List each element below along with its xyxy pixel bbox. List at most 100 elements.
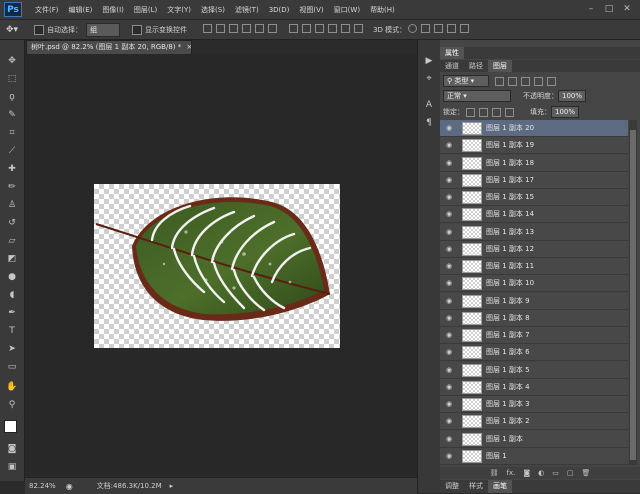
tab-channels[interactable]: 通道	[440, 60, 464, 72]
menu-select[interactable]: 选择(S)	[196, 5, 230, 15]
layer-row[interactable]: ◉ 图层 1 副本 6	[440, 344, 628, 362]
filter-smart-icon[interactable]	[547, 76, 556, 86]
eraser-tool-icon[interactable]: ▱	[5, 234, 19, 248]
healing-brush-tool-icon[interactable]: ✚	[5, 162, 19, 176]
quick-select-tool-icon[interactable]: ✎	[5, 108, 19, 122]
layer-row[interactable]: ◉ 图层 1 副本 12	[440, 240, 628, 258]
visibility-eye-icon[interactable]: ◉	[444, 159, 454, 167]
distribute-vcenter-icon[interactable]	[302, 24, 312, 33]
tool-presets-icon[interactable]: ⌖	[422, 72, 436, 86]
tab-adjustments[interactable]: 调整	[440, 480, 464, 493]
adjustment-icon[interactable]: ◐	[538, 469, 544, 477]
align-top-icon[interactable]	[203, 24, 213, 33]
visibility-eye-icon[interactable]: ◉	[444, 297, 454, 305]
mask-icon[interactable]: ◙	[523, 469, 530, 477]
visibility-eye-icon[interactable]: ◉	[444, 176, 454, 184]
visibility-eye-icon[interactable]: ◉	[444, 366, 454, 374]
path-select-tool-icon[interactable]: ➤	[5, 342, 19, 356]
align-right-icon[interactable]	[268, 24, 278, 33]
distribute-top-icon[interactable]	[289, 24, 299, 33]
filter-shape-icon[interactable]	[534, 76, 543, 86]
maximize-button[interactable]: □	[602, 3, 616, 15]
opacity-input[interactable]: 100%	[558, 90, 587, 102]
visibility-eye-icon[interactable]: ◉	[444, 435, 454, 443]
play-action-icon[interactable]: ▶	[422, 54, 436, 68]
layer-row[interactable]: ◉ 图层 1 副本 8	[440, 309, 628, 327]
canvas-area[interactable]	[25, 54, 417, 476]
distribute-left-icon[interactable]	[328, 24, 338, 33]
paragraph-panel-icon[interactable]: ¶	[422, 116, 436, 130]
visibility-eye-icon[interactable]: ◉	[444, 245, 454, 253]
filter-type-dropdown[interactable]: ⚲ 类型 ▾	[443, 75, 489, 87]
lock-all-icon[interactable]	[505, 107, 514, 117]
blend-mode-dropdown[interactable]: 正常 ▾	[443, 90, 511, 102]
lasso-tool-icon[interactable]: ϙ	[5, 90, 19, 104]
visibility-eye-icon[interactable]: ◉	[444, 228, 454, 236]
visibility-eye-icon[interactable]: ◉	[444, 417, 454, 425]
visibility-eye-icon[interactable]: ◉	[444, 383, 454, 391]
layer-row[interactable]: ◉ 图层 1 副本 5	[440, 361, 628, 379]
filter-type-icon[interactable]	[521, 76, 530, 86]
align-left-icon[interactable]	[242, 24, 252, 33]
shape-tool-icon[interactable]: ▭	[5, 360, 19, 374]
layer-row[interactable]: ◉ 图层 1	[440, 447, 628, 465]
link-icon[interactable]: ⛓	[490, 469, 499, 477]
filter-adjust-icon[interactable]	[508, 76, 517, 86]
new-layer-icon[interactable]: ▢	[567, 469, 574, 477]
layer-row[interactable]: ◉ 图层 1 副本 20	[440, 120, 628, 137]
lock-pixels-icon[interactable]	[479, 107, 488, 117]
move-tool-icon[interactable]: ✥▾	[6, 25, 18, 35]
visibility-eye-icon[interactable]: ◉	[444, 193, 454, 201]
3d-roll-icon[interactable]	[421, 24, 431, 33]
show-transform-checkbox[interactable]: 显示变换控件	[132, 24, 187, 35]
visibility-eye-icon[interactable]: ◉	[444, 124, 454, 132]
align-hcenter-icon[interactable]	[255, 24, 265, 33]
type-tool-icon[interactable]: T	[5, 324, 19, 338]
layer-row[interactable]: ◉ 图层 1 副本 9	[440, 292, 628, 310]
visibility-eye-icon[interactable]: ◉	[444, 331, 454, 339]
layer-row[interactable]: ◉ 图层 1 副本 17	[440, 171, 628, 189]
menu-view[interactable]: 视图(V)	[294, 5, 328, 15]
visibility-eye-icon[interactable]: ◉	[444, 262, 454, 270]
3d-scale-icon[interactable]	[460, 24, 470, 33]
3d-drag-icon[interactable]	[434, 24, 444, 33]
document-tab-close-icon[interactable]: ×	[186, 43, 191, 51]
gradient-tool-icon[interactable]: ◩	[5, 252, 19, 266]
fx-icon[interactable]: fx.	[507, 469, 516, 477]
layer-row[interactable]: ◉ 图层 1 副本 18	[440, 154, 628, 172]
auto-select-checkbox[interactable]: 自动选择：	[34, 24, 82, 35]
menu-filter[interactable]: 滤镜(T)	[230, 5, 264, 15]
lock-position-icon[interactable]	[492, 107, 501, 117]
hand-tool-icon[interactable]: ✋	[5, 380, 19, 394]
fill-input[interactable]: 100%	[551, 106, 580, 118]
document-tab[interactable]: 树叶.psd @ 82.2% (图层 1 副本 20, RGB/8) * ×	[26, 40, 192, 54]
layer-row[interactable]: ◉ 图层 1 副本 19	[440, 137, 628, 155]
distribute-hcenter-icon[interactable]	[341, 24, 351, 33]
visibility-eye-icon[interactable]: ◉	[444, 452, 454, 460]
layer-row[interactable]: ◉ 图层 1 副本 10	[440, 275, 628, 293]
tab-styles[interactable]: 样式	[464, 480, 488, 493]
auto-select-dropdown[interactable]: 组	[86, 22, 121, 37]
menu-layer[interactable]: 图层(L)	[129, 5, 162, 15]
tab-brushes[interactable]: 画笔	[488, 480, 512, 493]
minimize-button[interactable]: –	[584, 3, 598, 15]
menu-file[interactable]: 文件(F)	[30, 5, 64, 15]
crop-tool-icon[interactable]: ⌗	[5, 126, 19, 140]
quick-mask-icon[interactable]: ◙	[5, 442, 19, 456]
menu-help[interactable]: 帮助(H)	[365, 5, 400, 15]
visibility-eye-icon[interactable]: ◉	[444, 400, 454, 408]
3d-slide-icon[interactable]	[447, 24, 457, 33]
layer-row[interactable]: ◉ 图层 1 副本 4	[440, 378, 628, 396]
trash-icon[interactable]: 🗑	[582, 469, 591, 477]
distribute-right-icon[interactable]	[354, 24, 364, 33]
screen-mode-icon[interactable]: ▣	[5, 460, 19, 474]
align-vcenter-icon[interactable]	[216, 24, 226, 33]
filter-pixel-icon[interactable]	[495, 76, 504, 86]
pen-tool-icon[interactable]: ✒	[5, 306, 19, 320]
zoom-tool-icon[interactable]: ⚲	[5, 398, 19, 412]
lock-transparent-icon[interactable]	[466, 107, 475, 117]
brush-tool-icon[interactable]: ✏	[5, 180, 19, 194]
menu-image[interactable]: 图像(I)	[97, 5, 129, 15]
menu-window[interactable]: 窗口(W)	[329, 5, 365, 15]
move-tool-icon[interactable]: ✥	[5, 54, 19, 68]
